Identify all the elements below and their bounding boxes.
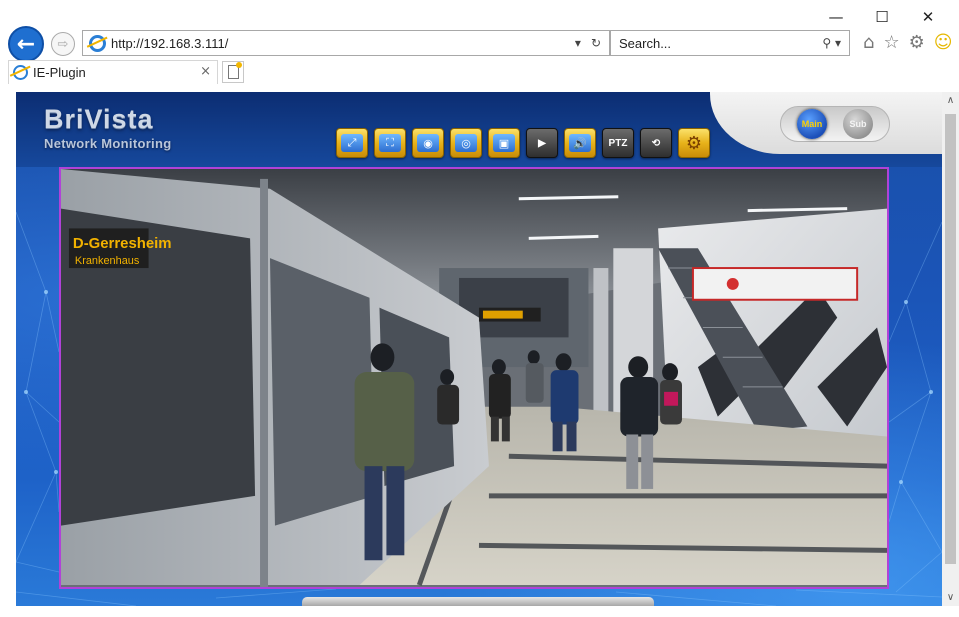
toolbar-playback-button[interactable]: ▣ <box>488 128 520 158</box>
main-stream-button[interactable]: Main <box>797 109 827 139</box>
brand-logo-title: BriVista <box>44 104 154 134</box>
settings-gear-icon[interactable]: ⚙ <box>909 32 925 53</box>
home-icon[interactable]: ⌂ <box>863 32 874 53</box>
magnifier-icon: ⚲ <box>822 36 832 50</box>
audio-icon: 🔊 <box>569 134 591 152</box>
camera-toolbar: ⤢ ⛶ ◉ ◎ ▣ ▶ 🔊 PTZ ⟲ ⚙ <box>336 128 710 158</box>
new-tab-button[interactable] <box>222 61 244 83</box>
refresh-icon[interactable]: ↻ <box>591 36 601 50</box>
ie-logo-icon <box>89 34 106 52</box>
toolbar-ptz-button[interactable]: PTZ <box>602 128 634 158</box>
snapshot-icon: ⤢ <box>341 134 363 152</box>
address-actions: ▾ ↻ <box>575 36 601 50</box>
scroll-down-icon[interactable]: ∨ <box>942 589 959 606</box>
browser-window: — ☐ ✕ ← ⇨ http://192.168.3.111/ ▾ ↻ ⚲ ▾ … <box>0 0 959 617</box>
search-dropdown-icon: ▾ <box>834 36 841 50</box>
window-controls: — ☐ ✕ <box>813 6 951 28</box>
tab-title: IE-Plugin <box>33 65 86 80</box>
camera-icon: ▶ <box>538 137 546 149</box>
forward-arrow-icon: ⇨ <box>57 36 69 52</box>
toolbar-zoom-button[interactable]: ◎ <box>450 128 482 158</box>
maximize-button[interactable]: ☐ <box>859 6 905 28</box>
stream-toggle: Main Sub <box>780 106 890 142</box>
sub-stream-button[interactable]: Sub <box>843 109 873 139</box>
tab-ie-plugin[interactable]: IE-Plugin × <box>8 60 218 84</box>
toolbar-settings-button[interactable]: ⚙ <box>678 128 710 158</box>
toolbar-record-button[interactable]: ◉ <box>412 128 444 158</box>
navigation-bar: ← ⇨ http://192.168.3.111/ ▾ ↻ ⚲ ▾ ⌂ ☆ ⚙ … <box>8 26 953 62</box>
toolbar-history-button[interactable]: ⟲ <box>640 128 672 158</box>
toolbar-snapshot-button[interactable]: ⤢ <box>336 128 368 158</box>
ie-tab-icon <box>13 65 28 80</box>
record-icon: ◉ <box>417 134 439 152</box>
brand-logo-subtitle: Network Monitoring <box>44 136 172 151</box>
address-bar[interactable]: http://192.168.3.111/ ▾ ↻ <box>82 30 610 56</box>
history-icon: ⟲ <box>651 137 661 149</box>
search-box[interactable]: ⚲ ▾ <box>610 30 850 56</box>
forward-button[interactable]: ⇨ <box>51 32 75 56</box>
tab-row: IE-Plugin × <box>0 60 959 84</box>
back-arrow-icon: ← <box>16 31 36 57</box>
toolbar-audio-button[interactable]: 🔊 <box>564 128 596 158</box>
web-page: BriVista Network Monitoring Main Sub ⤢ ⛶ ◉… <box>16 92 942 606</box>
address-dropdown-icon[interactable]: ▾ <box>575 36 581 50</box>
new-tab-icon <box>227 62 242 79</box>
playback-icon: ▣ <box>493 134 515 152</box>
search-input[interactable] <box>619 35 823 51</box>
settings-icon: ⚙ <box>685 132 703 154</box>
video-scene: D-Gerresheim Krankenhaus <box>61 169 887 587</box>
scroll-thumb[interactable] <box>945 114 956 564</box>
page-scrollbar[interactable]: ∧ ∨ <box>942 92 959 606</box>
search-icon[interactable]: ⚲ ▾ <box>822 36 841 50</box>
ptz-icon: PTZ <box>608 137 628 149</box>
scroll-up-icon[interactable]: ∧ <box>942 92 959 109</box>
train-destination-sign: D-Gerresheim <box>73 236 172 252</box>
browser-toolbar: ⌂ ☆ ⚙ ☺ <box>863 32 952 53</box>
bottom-handle[interactable] <box>302 597 654 606</box>
stream-panel: Main Sub <box>710 92 942 154</box>
fullscreen-icon: ⛶ <box>379 134 401 152</box>
live-video-view[interactable]: D-Gerresheim Krankenhaus <box>59 167 889 589</box>
close-button[interactable]: ✕ <box>905 6 951 28</box>
zoom-icon: ◎ <box>455 134 477 152</box>
favorites-icon[interactable]: ☆ <box>883 32 899 53</box>
tab-close-icon[interactable]: × <box>200 64 211 79</box>
minimize-button[interactable]: — <box>813 6 859 28</box>
back-button[interactable]: ← <box>8 26 44 62</box>
feedback-smiley-icon[interactable]: ☺ <box>934 32 953 53</box>
toolbar-camera-button[interactable]: ▶ <box>526 128 558 158</box>
toolbar-fullscreen-button[interactable]: ⛶ <box>374 128 406 158</box>
address-text[interactable]: http://192.168.3.111/ <box>111 36 575 51</box>
train-line-sign: Krankenhaus <box>75 255 140 267</box>
